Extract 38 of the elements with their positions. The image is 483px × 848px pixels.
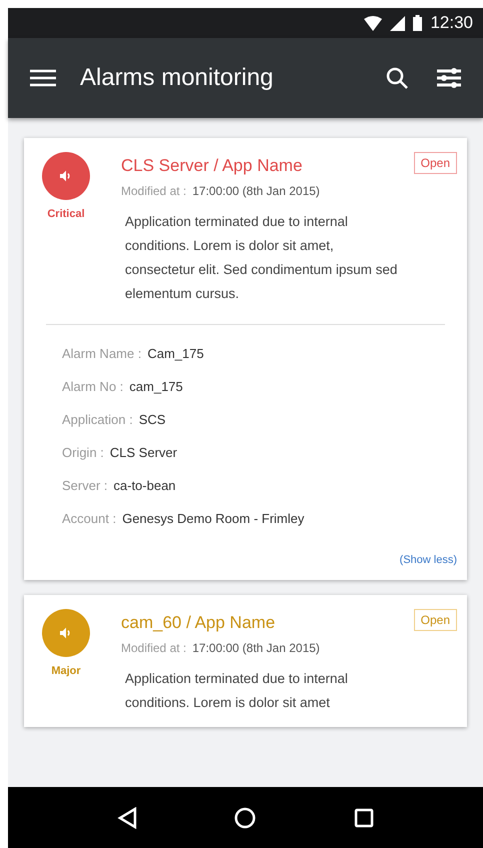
alarm-description: Application terminated due to internal conditions. Lorem is dolor sit amet, consectetur elit. Sed condimentum ipsum sed elementum cursus. [125, 212, 398, 302]
modified-label: Modified at : [121, 182, 186, 200]
detail-label: Alarm No : [62, 378, 124, 396]
modified-label: Modified at : [121, 640, 186, 656]
app-title: Alarms monitoring [80, 63, 274, 93]
severity-label: Critical [47, 207, 85, 222]
alarm-title: cam_60 / App Name [121, 612, 276, 634]
detail-label: Server : [62, 476, 108, 494]
modified-time: 17:00:00 (8th Jan 2015) [192, 640, 320, 656]
battery-icon [413, 15, 422, 31]
modified-time: 17:00:00 (8th Jan 2015) [192, 182, 320, 200]
alarm-title: CLS Server / App Name [121, 155, 302, 177]
status-time: 12:30 [430, 12, 473, 34]
detail-value: Genesys Demo Room - Frimley [122, 510, 304, 528]
show-less-link[interactable]: (Show less) [400, 552, 457, 568]
detail-value: Cam_175 [147, 344, 204, 362]
filter-icon[interactable] [437, 68, 461, 88]
detail-label: Alarm Name : [62, 344, 142, 362]
status-tag: Open [414, 152, 457, 174]
alarm-card[interactable]: Major cam_60 / App Name Open Modified at : 17:00:00 (8th Jan 2015) Application terminated due to internal conditions. Lorem is dolor sit amet [24, 595, 467, 726]
back-icon[interactable] [116, 806, 137, 828]
signal-icon [390, 16, 406, 30]
status-tag: Open [414, 609, 457, 631]
recents-icon[interactable] [354, 808, 374, 828]
severity-label: Major [51, 664, 81, 679]
detail-label: Application : [62, 410, 133, 428]
detail-value: SCS [138, 410, 166, 428]
search-icon[interactable] [385, 66, 409, 90]
detail-label: Account : [62, 510, 116, 528]
menu-icon[interactable] [30, 69, 56, 87]
detail-label: Origin : [62, 444, 104, 462]
alarm-description: Application terminated due to internal conditions. Lorem is dolor sit amet [125, 670, 349, 712]
detail-value: cam_175 [129, 378, 183, 396]
wifi-icon [364, 16, 382, 30]
detail-value: CLS Server [110, 444, 178, 462]
detail-value: ca-to-bean [114, 476, 176, 494]
home-icon[interactable] [234, 806, 256, 828]
alarm-card[interactable] [24, 138, 467, 580]
